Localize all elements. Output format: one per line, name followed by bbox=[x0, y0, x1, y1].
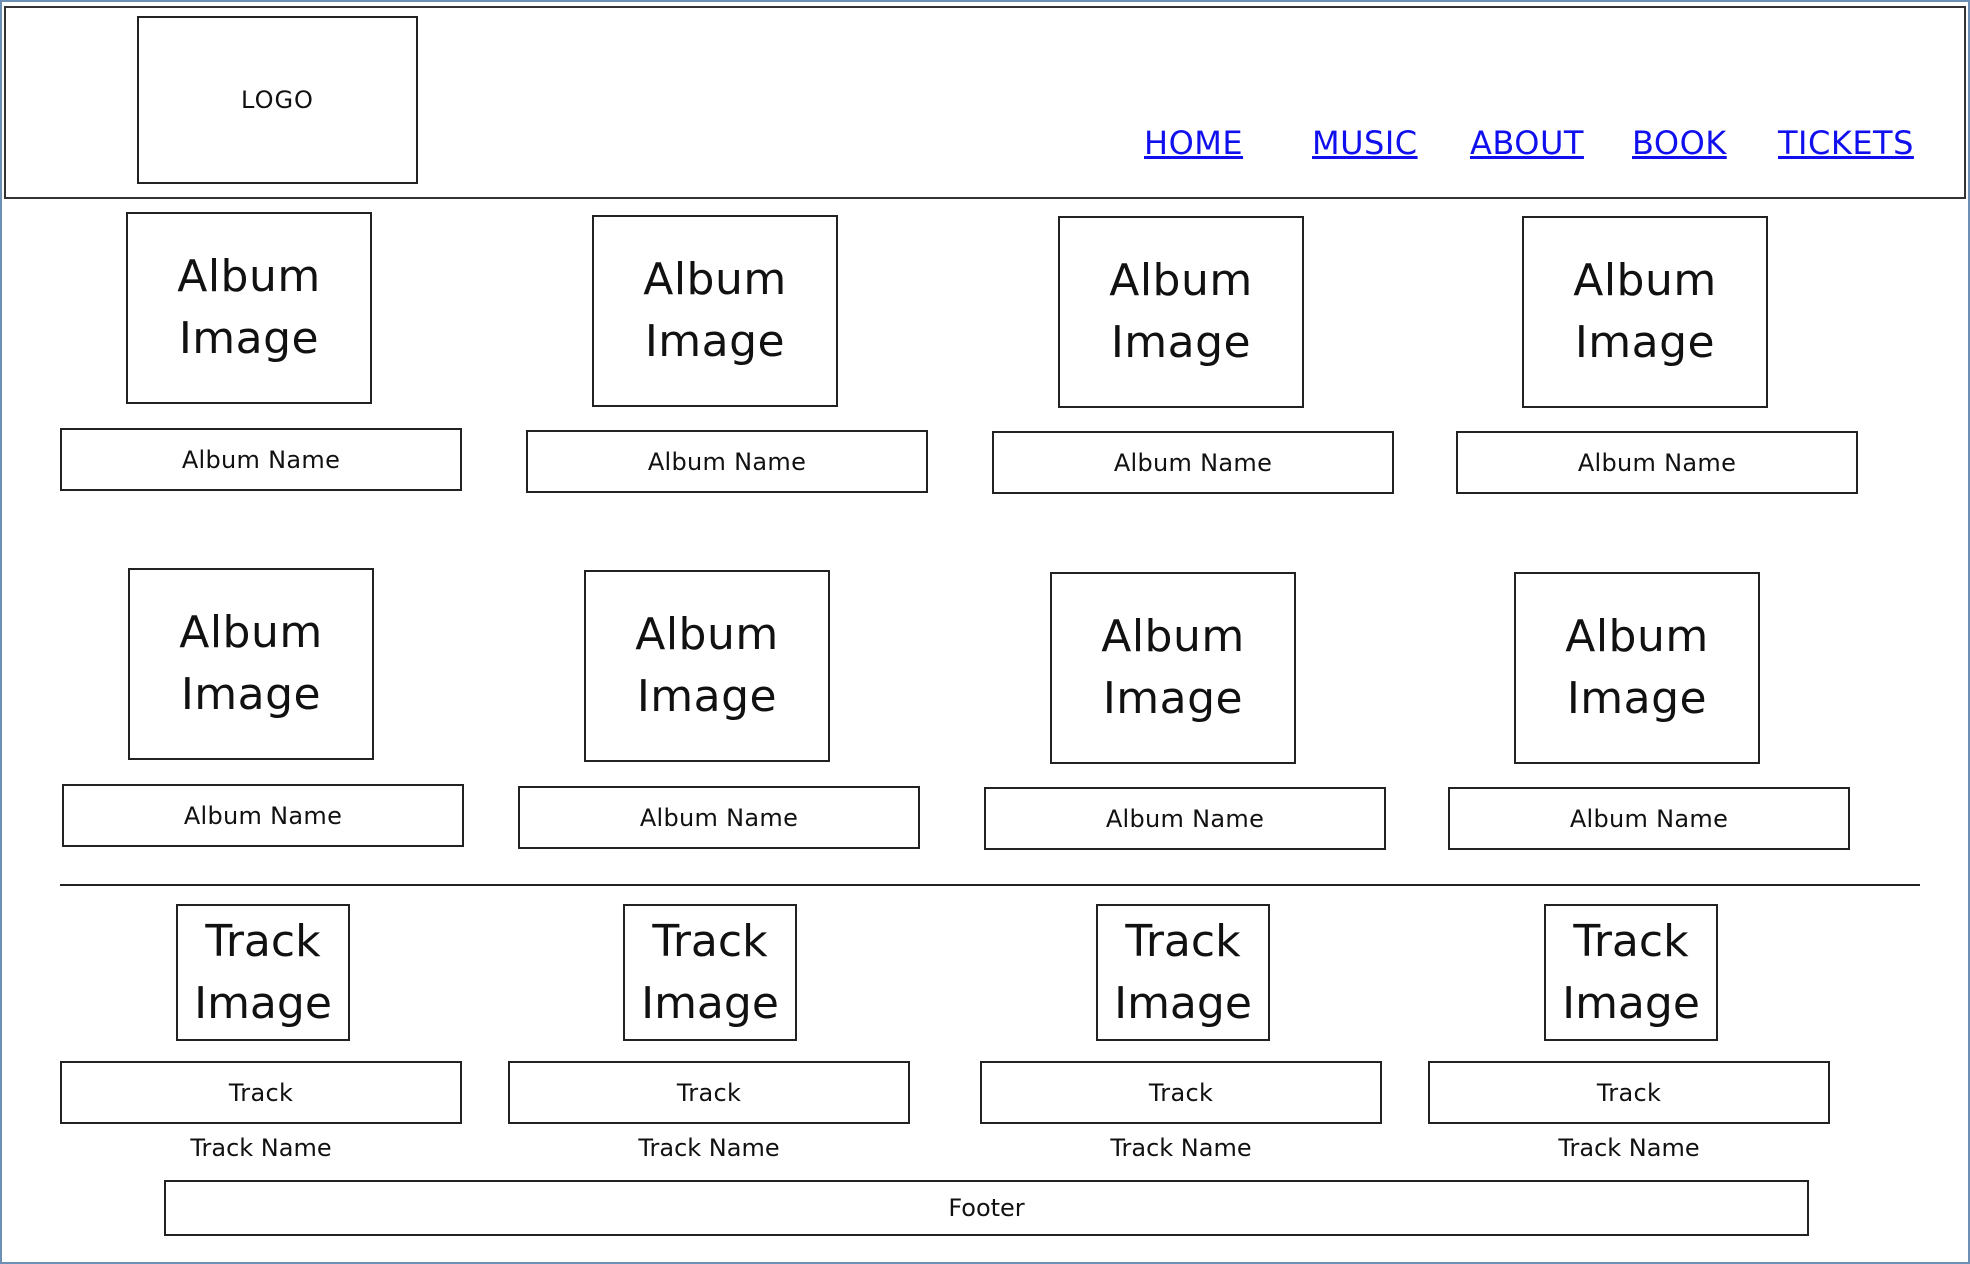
album-image[interactable]: Album Image bbox=[1058, 216, 1304, 408]
album-image-label: Image bbox=[180, 669, 322, 720]
track-name: Track Name bbox=[638, 1134, 780, 1162]
track-button[interactable]: Track bbox=[1428, 1061, 1830, 1124]
track-button[interactable]: Track bbox=[508, 1061, 910, 1124]
album-image[interactable]: Album Image bbox=[1514, 572, 1760, 764]
album-image-label: Album bbox=[179, 607, 323, 658]
album-image-label: Album bbox=[1101, 611, 1245, 662]
track-name: Track Name bbox=[1110, 1134, 1252, 1162]
track-name: Track Name bbox=[1558, 1134, 1700, 1162]
album-image[interactable]: Album Image bbox=[1050, 572, 1296, 764]
nav-link-home[interactable]: HOME bbox=[1144, 124, 1243, 162]
album-name[interactable]: Album Name bbox=[518, 786, 920, 849]
album-image[interactable]: Album Image bbox=[128, 568, 374, 760]
album-image-label: Image bbox=[636, 671, 778, 722]
album-image-label: Image bbox=[1102, 673, 1244, 724]
album-name[interactable]: Album Name bbox=[992, 431, 1394, 494]
album-image-label: Album bbox=[635, 609, 779, 660]
album-image-label: Image bbox=[1574, 317, 1716, 368]
album-image[interactable]: Album Image bbox=[1522, 216, 1768, 408]
album-image-label: Album bbox=[1565, 611, 1709, 662]
footer: Footer bbox=[164, 1180, 1809, 1236]
track-image[interactable]: Track Image bbox=[1096, 904, 1270, 1041]
logo[interactable]: LOGO bbox=[137, 16, 418, 184]
album-image-label: Image bbox=[644, 316, 786, 367]
album-image-label: Image bbox=[1110, 317, 1252, 368]
album-name[interactable]: Album Name bbox=[526, 430, 928, 493]
album-image-label: Album bbox=[177, 251, 321, 302]
album-image[interactable]: Album Image bbox=[592, 215, 838, 407]
album-name[interactable]: Album Name bbox=[1456, 431, 1858, 494]
track-name: Track Name bbox=[190, 1134, 332, 1162]
track-image-label: Track bbox=[1573, 915, 1689, 967]
album-name[interactable]: Album Name bbox=[62, 784, 464, 847]
track-image-label: Image bbox=[194, 977, 332, 1029]
track-image[interactable]: Track Image bbox=[1544, 904, 1718, 1041]
album-image-label: Album bbox=[1573, 255, 1717, 306]
album-image-label: Album bbox=[643, 254, 787, 305]
nav-link-tickets[interactable]: TICKETS bbox=[1778, 124, 1914, 162]
track-button[interactable]: Track bbox=[60, 1061, 462, 1124]
album-image[interactable]: Album Image bbox=[584, 570, 830, 762]
track-image-label: Image bbox=[1562, 977, 1700, 1029]
track-image-label: Image bbox=[641, 977, 779, 1029]
track-button[interactable]: Track bbox=[980, 1061, 1382, 1124]
track-image-label: Track bbox=[1125, 915, 1241, 967]
track-image[interactable]: Track Image bbox=[623, 904, 797, 1041]
track-image-label: Image bbox=[1114, 977, 1252, 1029]
nav-link-book[interactable]: BOOK bbox=[1632, 124, 1727, 162]
album-image-label: Image bbox=[1566, 673, 1708, 724]
album-image-label: Image bbox=[178, 313, 320, 364]
album-image[interactable]: Album Image bbox=[126, 212, 372, 404]
album-name[interactable]: Album Name bbox=[984, 787, 1386, 850]
nav-link-about[interactable]: ABOUT bbox=[1470, 124, 1584, 162]
album-name[interactable]: Album Name bbox=[60, 428, 462, 491]
section-divider bbox=[60, 884, 1920, 886]
nav-link-music[interactable]: MUSIC bbox=[1312, 124, 1418, 162]
album-name[interactable]: Album Name bbox=[1448, 787, 1850, 850]
track-image[interactable]: Track Image bbox=[176, 904, 350, 1041]
album-image-label: Album bbox=[1109, 255, 1253, 306]
track-image-label: Track bbox=[652, 915, 768, 967]
track-image-label: Track bbox=[205, 915, 321, 967]
